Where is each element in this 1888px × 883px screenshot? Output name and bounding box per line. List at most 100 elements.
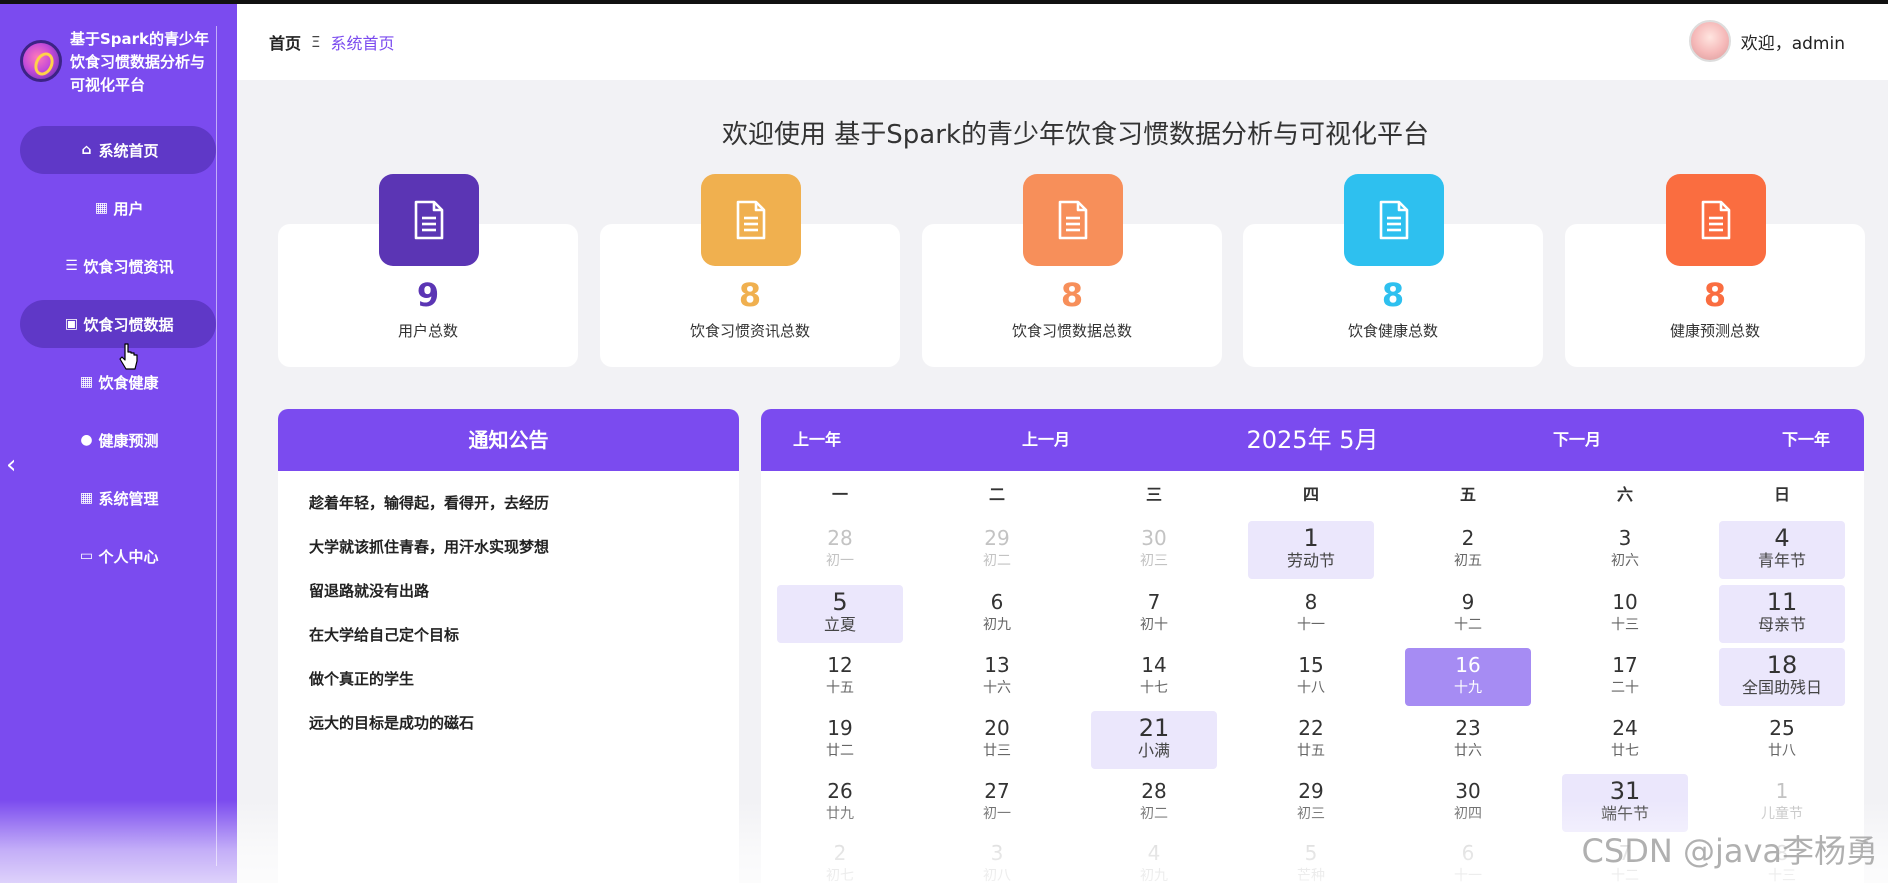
calendar-day[interactable]: 15 十八 [1248, 648, 1374, 706]
calendar-day[interactable]: 29 初三 [1248, 774, 1374, 832]
calendar-day[interactable]: 2 初五 [1405, 521, 1531, 579]
day-number: 9 [1461, 590, 1475, 614]
stat-value: 9 [416, 276, 440, 314]
grid-icon: ▦ [79, 490, 94, 506]
calendar-day[interactable]: 21 小满 [1091, 711, 1217, 769]
next-year-button[interactable]: 下一年 [1782, 409, 1830, 471]
calendar-day[interactable]: 6 初九 [934, 585, 1060, 643]
calendar-day[interactable]: 28 初一 [777, 521, 903, 579]
day-number: 1 [1775, 779, 1789, 803]
stat-label: 饮食健康总数 [1347, 322, 1438, 340]
notice-item[interactable]: 在大学给自己定个目标 [309, 617, 739, 661]
calendar-day[interactable]: 26 廿九 [777, 774, 903, 832]
day-number: 11 [1766, 588, 1798, 616]
calendar-day[interactable]: 23 廿六 [1405, 711, 1531, 769]
calendar-day[interactable]: 27 初一 [934, 774, 1060, 832]
lunar-label: 十七 [1140, 680, 1168, 696]
calendar-day[interactable]: 30 初三 [1091, 521, 1217, 579]
sidebar-item-8[interactable]: ▭ 个人中心 [20, 532, 216, 580]
calendar-day[interactable]: 18 全国助残日 [1719, 648, 1845, 706]
calendar-day[interactable]: 10 十三 [1562, 585, 1688, 643]
calendar-day[interactable]: 3 初六 [1562, 521, 1688, 579]
lunar-label: 廿二 [826, 743, 854, 759]
day-number: 27 [984, 779, 1010, 803]
lunar-label: 初一 [826, 553, 854, 569]
calendar-day[interactable]: 28 初二 [1091, 774, 1217, 832]
sidebar-item-2[interactable]: ▦ 用户 [20, 184, 216, 232]
briefcase-icon: ▣ [64, 316, 79, 332]
sidebar-item-3[interactable]: ☰ 饮食习惯资讯 [20, 242, 216, 290]
day-number: 5 [832, 588, 848, 616]
calendar-day[interactable]: 31 端午节 [1562, 774, 1688, 832]
day-number: 8 [1304, 590, 1318, 614]
day-number: 3 [1618, 526, 1632, 550]
grid-icon: ▦ [79, 374, 94, 390]
calendar-day[interactable]: 24 廿七 [1562, 711, 1688, 769]
day-number: 26 [827, 779, 853, 803]
calendar-day[interactable]: 1 劳动节 [1248, 521, 1374, 579]
calendar-day[interactable]: 29 初二 [934, 521, 1060, 579]
notice-item[interactable]: 做个真正的学生 [309, 661, 739, 705]
lunar-label: 初二 [983, 553, 1011, 569]
calendar-day[interactable]: 4 初九 [1091, 836, 1217, 883]
notice-title: 通知公告 [278, 409, 739, 471]
notice-item[interactable]: 远大的目标是成功的磁石 [309, 705, 739, 749]
calendar-day[interactable]: 7 初十 [1091, 585, 1217, 643]
calendar-day[interactable]: 14 十七 [1091, 648, 1217, 706]
lunar-label: 十二 [1454, 617, 1482, 633]
notice-item[interactable]: 趁着年轻，输得起，看得开，去经历 [309, 485, 739, 529]
app-title: 基于Spark的青少年饮食习惯数据分析与可视化平台 [70, 30, 210, 94]
next-month-button[interactable]: 下一月 [1553, 409, 1601, 471]
breadcrumb-home[interactable]: 首页 [269, 30, 301, 54]
calendar-day[interactable]: 20 廿三 [934, 711, 1060, 769]
calendar-day[interactable]: 25 廿八 [1719, 711, 1845, 769]
sidebar-item-6[interactable]: ● 健康预测 [20, 416, 216, 464]
weekday-label: 二 [988, 485, 1005, 504]
lunar-label: 儿童节 [1761, 806, 1803, 822]
day-number: 25 [1769, 716, 1795, 740]
sidebar-item-4[interactable]: ▣ 饮食习惯数据 [20, 300, 216, 348]
breadcrumb-separator-icon: Ξ [311, 33, 321, 51]
lunar-label: 初三 [1140, 553, 1168, 569]
sidebar-item-label: 系统首页 [98, 141, 159, 160]
calendar-day[interactable]: 1 儿童节 [1719, 774, 1845, 832]
user-info[interactable]: 欢迎，admin [1688, 20, 1845, 62]
calendar-day[interactable]: 2 初七 [777, 836, 903, 883]
calendar-day[interactable]: 11 母亲节 [1719, 585, 1845, 643]
calendar-day[interactable]: 5 芒种 [1248, 836, 1374, 883]
calendar-day[interactable]: 30 初四 [1405, 774, 1531, 832]
calendar-day[interactable]: 22 廿五 [1248, 711, 1374, 769]
lunar-label: 小满 [1137, 741, 1170, 760]
calendar-day[interactable]: 9 十二 [1405, 585, 1531, 643]
notice-item[interactable]: 大学就该抓住青春，用汗水实现梦想 [309, 529, 739, 573]
calendar-day[interactable]: 16 十九 [1405, 648, 1531, 706]
calendar-day[interactable]: 13 十六 [934, 648, 1060, 706]
avatar[interactable] [1688, 20, 1731, 62]
breadcrumb-current: 系统首页 [330, 34, 395, 53]
notice-list: 趁着年轻，输得起，看得开，去经历 大学就该抓住青春，用汗水实现梦想 留退路就没有出路… [278, 471, 739, 749]
sidebar-item-label: 健康预测 [98, 431, 159, 450]
sidebar-item-7[interactable]: ▦ 系统管理 [20, 474, 216, 522]
calendar-day[interactable]: 19 廿二 [777, 711, 903, 769]
sidebar-item-label: 饮食习惯数据 [83, 315, 174, 334]
collapse-sidebar-icon[interactable]: ‹ [6, 450, 22, 480]
day-number: 6 [990, 590, 1004, 614]
day-number: 31 [1609, 777, 1641, 805]
calendar-day[interactable]: 17 二十 [1562, 648, 1688, 706]
calendar-day[interactable]: 3 初八 [934, 836, 1060, 883]
lunar-label: 初九 [1140, 868, 1168, 883]
calendar-day[interactable]: 5 立夏 [777, 585, 903, 643]
stat-value: 8 [1381, 276, 1405, 314]
calendar-day[interactable]: 4 青年节 [1719, 521, 1845, 579]
calendar-day[interactable]: 6 十一 [1405, 836, 1531, 883]
calendar-day[interactable]: 8 十一 [1248, 585, 1374, 643]
app-logo-icon [20, 40, 62, 82]
weekday-label: 四 [1302, 485, 1319, 504]
sidebar-item-1[interactable]: ⌂ 系统首页 [20, 126, 216, 174]
day-number: 4 [1774, 524, 1790, 552]
day-number: 2 [1461, 526, 1475, 550]
lunar-label: 初九 [983, 617, 1011, 633]
weekday-label: 六 [1616, 485, 1633, 504]
notice-item[interactable]: 留退路就没有出路 [309, 573, 739, 617]
calendar-day[interactable]: 12 十五 [777, 648, 903, 706]
